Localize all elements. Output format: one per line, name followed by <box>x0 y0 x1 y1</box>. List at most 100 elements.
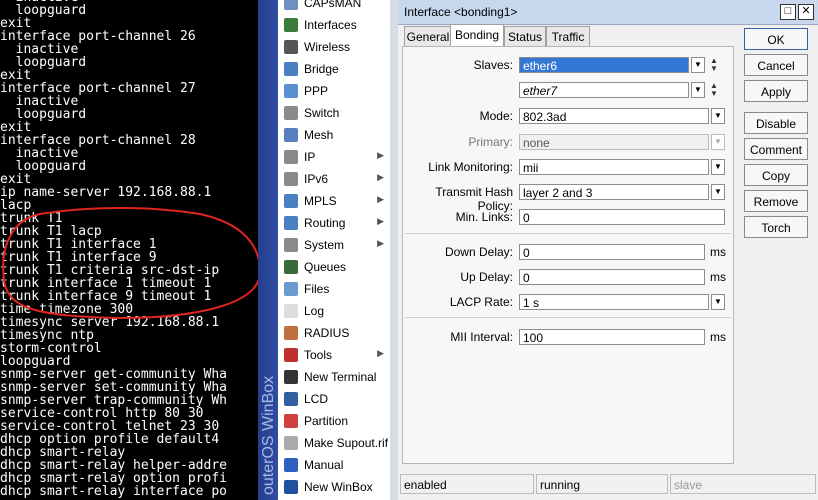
primary-dropdown-icon[interactable]: ▼ <box>711 134 725 150</box>
up-delay-input[interactable]: 0 <box>519 269 705 285</box>
menu-item-label: Mesh <box>304 128 334 142</box>
tab-traffic[interactable]: Traffic <box>546 26 590 48</box>
menu-item-label: Make Supout.rif <box>304 436 389 450</box>
menu-item-mpls[interactable]: MPLS ▶ <box>278 190 390 212</box>
mii-interval-unit: ms <box>710 330 726 344</box>
link-monitoring-dropdown-icon[interactable]: ▼ <box>711 159 725 175</box>
menu-item-wireless[interactable]: Wireless <box>278 36 390 58</box>
menu-item-queues[interactable]: Queues <box>278 256 390 278</box>
mesh-icon <box>284 128 298 142</box>
menu-item-switch[interactable]: Switch <box>278 102 390 124</box>
interface-dialog: Interface <bonding1> □ ✕ General Bonding… <box>398 0 818 500</box>
divider <box>405 317 731 318</box>
menu-item-label: Routing <box>304 216 346 230</box>
lacp-rate-dropdown-icon[interactable]: ▼ <box>711 294 725 310</box>
capsman-icon <box>284 0 298 10</box>
queues-icon <box>284 260 298 274</box>
winbox-brand-label: outerOS WinBox <box>260 375 277 495</box>
menu-item-label: MPLS <box>304 194 337 208</box>
menu-item-label: Switch <box>304 106 340 120</box>
menu-item-label: System <box>304 238 345 252</box>
slave2-updown-icon[interactable]: ▲ ▼ <box>708 82 720 98</box>
menu-item-radius[interactable]: RADIUS <box>278 322 390 344</box>
menu-item-new-terminal[interactable]: New Terminal <box>278 366 390 388</box>
terminal-icon <box>284 370 298 384</box>
hash-policy-select[interactable]: layer 2 and 3 <box>519 184 709 200</box>
mii-interval-label: MII Interval: <box>450 330 513 344</box>
winbox-side-bar: outerOS WinBox <box>258 0 278 500</box>
menu-item-interfaces[interactable]: Interfaces <box>278 14 390 36</box>
disable-button[interactable]: Disable <box>744 112 808 134</box>
slave1-dropdown-icon[interactable]: ▼ <box>691 57 705 73</box>
menu-item-mesh[interactable]: Mesh <box>278 124 390 146</box>
ip-icon <box>284 150 298 164</box>
slave2-dropdown-icon[interactable]: ▼ <box>691 82 705 98</box>
slave2-select[interactable]: ether7 <box>519 82 689 98</box>
lacp-rate-select[interactable]: 1 s <box>519 294 709 310</box>
link-monitoring-select[interactable]: mii <box>519 159 709 175</box>
menu-item-partition[interactable]: Partition <box>278 410 390 432</box>
terminal-window[interactable]: inactive loopguardexitinterface port-cha… <box>0 0 258 500</box>
mii-interval-input[interactable]: 100 <box>519 329 705 345</box>
menu-item-label: RADIUS <box>304 326 350 340</box>
min-links-input[interactable]: 0 <box>519 209 725 225</box>
submenu-arrow-icon: ▶ <box>377 238 384 248</box>
mode-label: Mode: <box>479 109 513 123</box>
menu-item-lcd[interactable]: LCD <box>278 388 390 410</box>
primary-label: Primary: <box>468 135 513 149</box>
menu-item-ip[interactable]: IP ▶ <box>278 146 390 168</box>
ipv6-icon <box>284 172 298 186</box>
routing-icon <box>284 216 298 230</box>
hash-policy-dropdown-icon[interactable]: ▼ <box>711 184 725 200</box>
supout-icon <box>284 436 298 450</box>
menu-item-ipv6[interactable]: IPv6 ▶ <box>278 168 390 190</box>
menu-item-routing[interactable]: Routing ▶ <box>278 212 390 234</box>
hash-policy-label: Transmit Hash Policy: <box>435 185 513 213</box>
menu-item-make-supout-rif[interactable]: Make Supout.rif <box>278 432 390 454</box>
close-icon[interactable]: ✕ <box>798 4 814 20</box>
remove-button[interactable]: Remove <box>744 190 808 212</box>
comment-button[interactable]: Comment <box>744 138 808 160</box>
radius-icon <box>284 326 298 340</box>
status-enabled: enabled <box>400 474 534 494</box>
menu-item-files[interactable]: Files <box>278 278 390 300</box>
dialog-titlebar[interactable]: Interface <bonding1> □ ✕ <box>398 0 818 25</box>
system-icon <box>284 238 298 252</box>
menu-item-label: Interfaces <box>304 18 357 32</box>
manual-icon <box>284 458 298 472</box>
slave1-select[interactable]: ether6 <box>519 57 689 73</box>
menu-item-system[interactable]: System ▶ <box>278 234 390 256</box>
partition-icon <box>284 414 298 428</box>
bridge-icon <box>284 62 298 76</box>
menu-item-manual[interactable]: Manual <box>278 454 390 476</box>
menu-item-tools[interactable]: Tools ▶ <box>278 344 390 366</box>
menu-item-capsman[interactable]: CAPsMAN <box>278 0 390 14</box>
maximize-icon[interactable]: □ <box>780 4 796 20</box>
apply-button[interactable]: Apply <box>744 80 808 102</box>
cancel-button[interactable]: Cancel <box>744 54 808 76</box>
mpls-icon <box>284 194 298 208</box>
primary-select[interactable]: none <box>519 134 709 150</box>
ppp-icon <box>284 84 298 98</box>
tab-status[interactable]: Status <box>504 26 546 48</box>
torch-button[interactable]: Torch <box>744 216 808 238</box>
dialog-title: Interface <bonding1> <box>404 5 518 19</box>
slave1-updown-icon[interactable]: ▲ ▼ <box>708 57 720 73</box>
menu-item-label: Manual <box>304 458 344 472</box>
menu-item-new-winbox[interactable]: New WinBox <box>278 476 390 498</box>
winbox-icon <box>284 480 298 494</box>
menu-item-log[interactable]: Log <box>278 300 390 322</box>
menu-item-ppp[interactable]: PPP <box>278 80 390 102</box>
mdi-background <box>390 0 398 500</box>
log-icon <box>284 304 298 318</box>
tab-general[interactable]: General <box>404 26 452 48</box>
menu-item-label: Tools <box>304 348 333 362</box>
menu-item-label: LCD <box>304 392 329 406</box>
copy-button[interactable]: Copy <box>744 164 808 186</box>
status-bar: enabled running slave <box>400 474 816 494</box>
ok-button[interactable]: OK <box>744 28 808 50</box>
mode-dropdown-icon[interactable]: ▼ <box>711 108 725 124</box>
mode-select[interactable]: 802.3ad <box>519 108 709 124</box>
menu-item-bridge[interactable]: Bridge <box>278 58 390 80</box>
down-delay-input[interactable]: 0 <box>519 244 705 260</box>
